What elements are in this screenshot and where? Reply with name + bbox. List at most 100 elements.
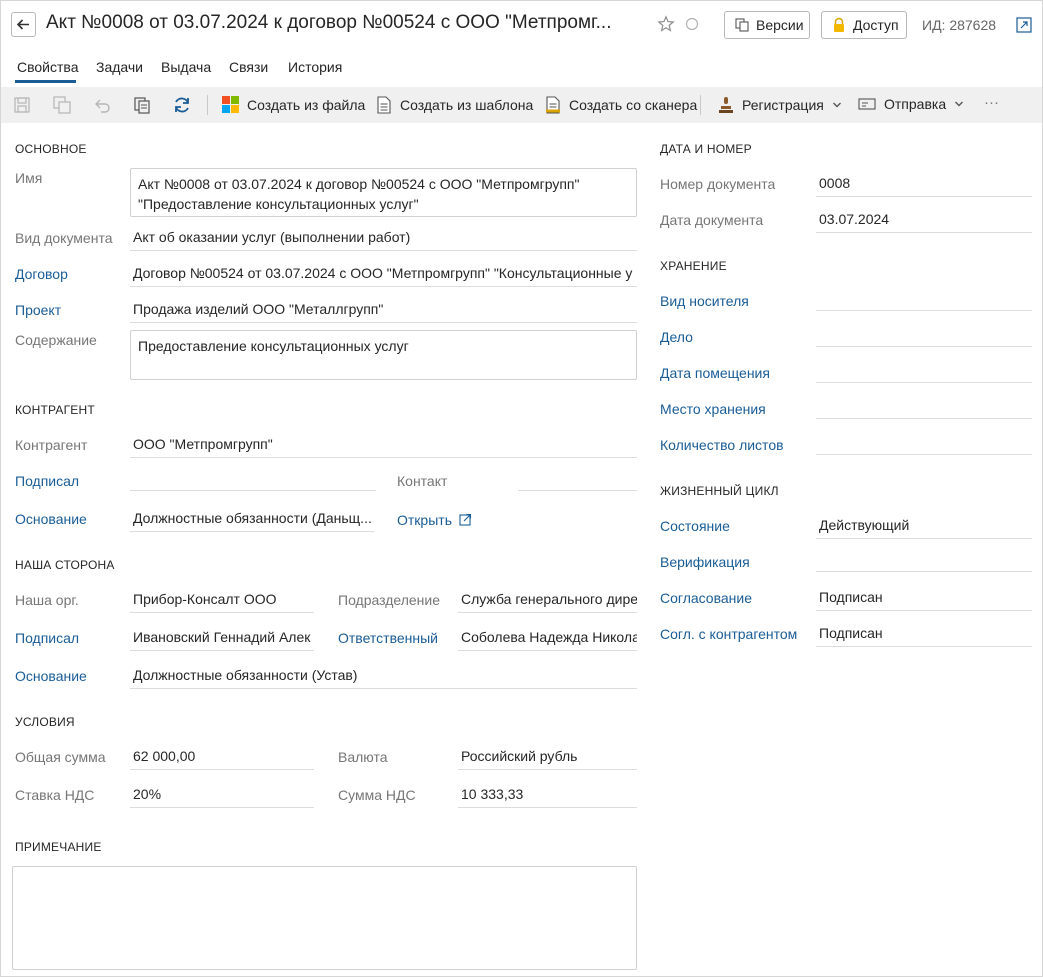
cp-basis-link[interactable]: Основание <box>15 511 87 527</box>
save-icon[interactable] <box>12 95 32 115</box>
access-button[interactable]: Доступ <box>821 11 907 39</box>
doc-date-label: Дата документа <box>660 212 764 228</box>
placement-date-link[interactable]: Дата помещения <box>660 365 770 381</box>
section-counterparty: КОНТРАГЕНТ <box>15 403 95 417</box>
storage-location-link[interactable]: Место хранения <box>660 401 766 417</box>
section-lifecycle: ЖИЗНЕННЫЙ ЦИКЛ <box>660 484 779 498</box>
more-actions-button[interactable]: ··· <box>984 94 999 111</box>
name-field[interactable]: Акт №0008 от 03.07.2024 к договор №00524… <box>130 168 637 217</box>
responsible-link[interactable]: Ответственный <box>338 630 438 646</box>
counterparty-field[interactable]: ООО "Метпромгрупп" <box>130 434 637 458</box>
contact-field[interactable] <box>518 467 637 491</box>
sheets-count-field[interactable] <box>816 431 1032 455</box>
state-field[interactable]: Действующий <box>816 515 1032 539</box>
toolbar-separator <box>207 95 208 115</box>
windows-logo-icon <box>222 96 239 113</box>
back-button[interactable] <box>11 12 36 37</box>
project-link[interactable]: Проект <box>15 302 61 318</box>
create-from-template-button[interactable]: Создать из шаблона <box>376 96 533 114</box>
contract-link[interactable]: Договор <box>15 266 68 282</box>
tab-links[interactable]: Связи <box>229 59 268 75</box>
versions-button[interactable]: Версии <box>724 11 810 39</box>
department-label: Подразделение <box>338 592 441 608</box>
placement-date-field[interactable] <box>816 359 1032 383</box>
toolbar-separator <box>700 95 701 115</box>
cp-signed-field[interactable] <box>130 467 376 491</box>
create-from-file-label: Создать из файла <box>247 96 366 113</box>
our-org-field[interactable]: Прибор-Консалт ООО <box>130 589 314 613</box>
content-field[interactable]: Предоставление консультационных услуг <box>130 330 637 380</box>
versions-icon <box>735 18 749 32</box>
storage-location-field[interactable] <box>816 395 1032 419</box>
medium-link[interactable]: Вид носителя <box>660 293 749 309</box>
stamp-icon <box>719 97 733 113</box>
section-conditions: УСЛОВИЯ <box>15 715 75 729</box>
contact-label: Контакт <box>397 473 448 489</box>
registration-dropdown[interactable]: Регистрация <box>718 96 842 114</box>
project-field[interactable]: Продажа изделий ООО "Металлгрупп" <box>130 299 637 323</box>
name-label: Имя <box>15 170 43 186</box>
our-signed-link[interactable]: Подписал <box>15 630 79 646</box>
tab-tasks[interactable]: Задачи <box>96 59 143 75</box>
copy-icon[interactable] <box>132 95 152 115</box>
our-basis-link[interactable]: Основание <box>15 668 87 684</box>
note-field[interactable] <box>12 866 637 970</box>
name-line-2: "Предоставление консультационных услуг" <box>138 196 419 212</box>
chevron-down-icon <box>955 101 964 107</box>
save-and-close-icon[interactable] <box>52 95 72 115</box>
name-line-1: Акт №0008 от 03.07.2024 к договор №00524… <box>138 176 580 192</box>
approval-field[interactable]: Подписан <box>816 587 1032 611</box>
currency-label: Валюта <box>338 749 388 765</box>
tab-history[interactable]: История <box>288 59 342 75</box>
total-field[interactable]: 62 000,00 <box>130 746 314 770</box>
currency-field[interactable]: Российский рубль <box>458 746 637 770</box>
create-from-file-button[interactable]: Создать из файла <box>222 96 365 113</box>
open-basis-label: Открыть <box>397 512 452 528</box>
cp-basis-field[interactable]: Должностные обязанности (Даньщ... <box>130 508 374 532</box>
total-label: Общая сумма <box>15 749 106 765</box>
tab-issuance[interactable]: Выдача <box>161 59 211 75</box>
cp-signed-link[interactable]: Подписал <box>15 473 79 489</box>
verification-field[interactable] <box>816 548 1032 572</box>
section-note: ПРИМЕЧАНИЕ <box>15 840 102 854</box>
doc-date-field[interactable]: 03.07.2024 <box>816 209 1032 233</box>
chevron-down-icon <box>832 102 841 108</box>
approval-link[interactable]: Согласование <box>660 590 752 606</box>
lock-icon <box>834 17 844 32</box>
tab-properties[interactable]: Свойства <box>17 59 78 75</box>
vat-sum-field[interactable]: 10 333,33 <box>458 784 637 808</box>
section-our-side: НАША СТОРОНА <box>15 558 115 572</box>
open-in-new-window-icon[interactable] <box>1015 16 1033 34</box>
cp-approval-link[interactable]: Согл. с контрагентом <box>660 626 797 642</box>
doc-number-field[interactable]: 0008 <box>816 173 1032 197</box>
case-field[interactable] <box>816 323 1032 347</box>
sending-dropdown[interactable]: Отправка <box>858 96 964 112</box>
our-basis-field[interactable]: Должностные обязанности (Устав) <box>130 665 637 689</box>
case-link[interactable]: Дело <box>660 329 693 345</box>
cp-approval-field[interactable]: Подписан <box>816 623 1032 647</box>
responsible-field[interactable]: Соболева Надежда Никола <box>458 627 637 651</box>
our-org-label: Наша орг. <box>15 592 79 608</box>
sheets-count-link[interactable]: Количество листов <box>660 437 784 453</box>
create-from-scanner-button[interactable]: Создать со сканера <box>545 96 697 114</box>
verification-link[interactable]: Верификация <box>660 554 750 570</box>
open-basis-link[interactable]: Открыть <box>397 512 472 528</box>
vat-rate-field[interactable]: 20% <box>130 784 314 808</box>
refresh-icon[interactable] <box>172 95 192 115</box>
external-link-icon <box>459 513 471 526</box>
access-label: Доступ <box>853 17 899 33</box>
create-from-template-label: Создать из шаблона <box>400 97 534 113</box>
undo-icon[interactable] <box>92 95 112 115</box>
state-link[interactable]: Состояние <box>660 518 730 534</box>
medium-field[interactable] <box>816 287 1032 311</box>
doc-kind-field[interactable]: Акт об оказании услуг (выполнении работ) <box>130 227 637 251</box>
versions-label: Версии <box>756 17 804 33</box>
counterparty-label: Контрагент <box>15 437 88 453</box>
contract-field[interactable]: Договор №00524 от 03.07.2024 с ООО "Метп… <box>130 263 637 287</box>
department-field[interactable]: Служба генерального дире <box>458 589 637 613</box>
our-signed-field[interactable]: Ивановский Геннадий Алек <box>130 627 314 651</box>
document-template-icon <box>377 96 391 114</box>
star-icon[interactable] <box>657 15 675 33</box>
section-date-number: ДАТА И НОМЕР <box>660 142 752 156</box>
section-storage: ХРАНЕНИЕ <box>660 259 727 273</box>
